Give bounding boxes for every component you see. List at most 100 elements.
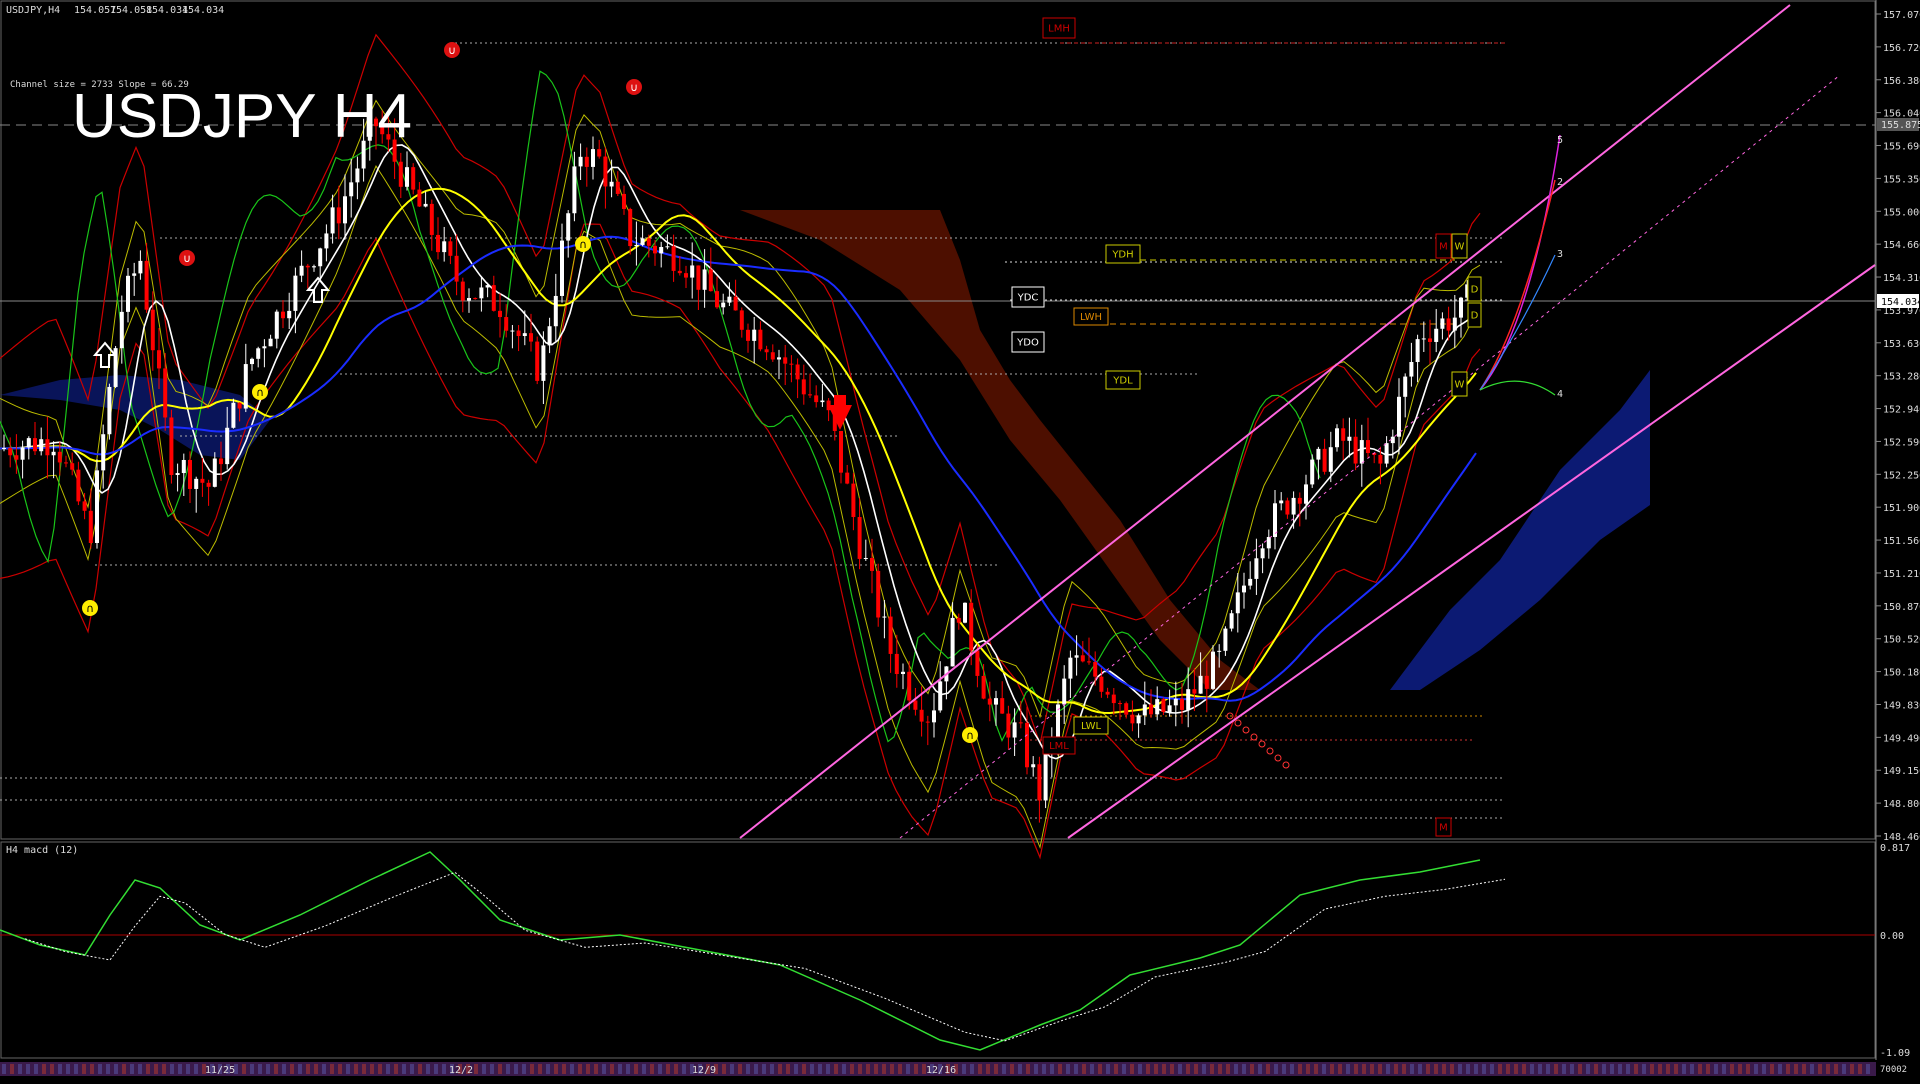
time-stripe — [786, 1064, 790, 1074]
time-stripe — [682, 1064, 686, 1074]
time-stripe — [1666, 1064, 1670, 1074]
time-label-129: 12/9 — [692, 1065, 716, 1076]
time-stripe — [514, 1064, 518, 1074]
candle-body — [1012, 722, 1017, 738]
candle-body — [200, 478, 205, 483]
time-stripe — [1258, 1064, 1262, 1074]
time-label-122: 12/2 — [449, 1065, 473, 1076]
time-stripe — [338, 1064, 342, 1074]
candle-body — [1248, 578, 1253, 586]
candle-body — [498, 310, 502, 318]
candle-body — [1124, 703, 1129, 715]
candle-body — [764, 349, 769, 353]
price-tick-label: 154.660 — [1883, 240, 1920, 251]
candle-body — [901, 671, 905, 675]
time-stripe — [1450, 1064, 1454, 1074]
time-stripe — [154, 1064, 158, 1074]
time-stripe — [386, 1064, 390, 1074]
time-stripe — [1738, 1064, 1742, 1074]
candle-body — [119, 311, 124, 349]
time-stripe — [98, 1064, 102, 1074]
sar-dot — [1242, 726, 1250, 734]
time-stripe — [522, 1064, 526, 1074]
bottom-corner-label: 70002 — [1880, 1065, 1907, 1075]
candle-body — [1198, 675, 1203, 694]
time-stripe — [594, 1064, 598, 1074]
sar-dot — [1266, 747, 1274, 755]
candle-body — [938, 681, 943, 711]
candle-body — [677, 270, 682, 274]
candle-body — [702, 269, 707, 290]
time-stripe — [122, 1064, 126, 1074]
time-stripe — [498, 1064, 502, 1074]
candle-body — [1192, 689, 1197, 694]
candle-body — [1341, 428, 1346, 441]
candle-body — [1000, 698, 1005, 714]
price-axis[interactable]: 157.070 156.720 156.380 156.040 155.690 155.3… — [1875, 0, 1920, 1060]
time-stripe — [474, 1064, 478, 1074]
time-stripe — [1250, 1064, 1254, 1074]
candle-body — [628, 208, 633, 247]
price-chart[interactable]: ∪∪∪∩∩∩∩ LMHYDHYDCLWHYDOYDLLWLLMLM WDDWM 1… — [0, 0, 1920, 1080]
candle-body — [845, 472, 850, 484]
candle-body — [349, 182, 354, 197]
time-stripe — [1130, 1064, 1134, 1074]
candle-body — [287, 310, 292, 319]
candle-body — [405, 167, 409, 187]
candle-body — [473, 298, 478, 300]
candle-body — [808, 394, 812, 396]
candle-body — [839, 430, 843, 473]
sar-dot — [1274, 754, 1282, 762]
time-stripe — [1514, 1064, 1518, 1074]
level-box-label: LWH — [1080, 312, 1102, 323]
time-stripe — [1490, 1064, 1494, 1074]
candle-body — [1304, 484, 1308, 504]
candle-body — [746, 329, 750, 341]
chart-window[interactable]: ∪ ∪ ∪ ∩ ∩ ∩ ∩ LMH YDH YDC LWH YDO YDL LWL LML M W D D W M 1… — [0, 0, 1920, 1080]
time-stripe — [1322, 1064, 1326, 1074]
candle-body — [1087, 661, 1091, 663]
candle-body — [1378, 454, 1383, 464]
candle-body — [876, 570, 881, 618]
time-stripe — [1826, 1064, 1830, 1074]
candle-body — [1099, 676, 1104, 692]
time-stripe — [1786, 1064, 1790, 1074]
time-stripe — [1234, 1064, 1238, 1074]
candle-body — [739, 310, 744, 330]
projection-2-line — [1479, 179, 1556, 391]
candle-body — [535, 341, 540, 381]
candle-body — [64, 462, 68, 464]
candle-body — [634, 244, 639, 247]
time-stripe — [1242, 1064, 1246, 1074]
candle-body — [584, 156, 589, 167]
time-stripe — [1602, 1064, 1606, 1074]
time-label-1125: 11/25 — [205, 1065, 235, 1076]
time-stripe — [1634, 1064, 1638, 1074]
time-stripe — [1658, 1064, 1662, 1074]
time-stripe — [1578, 1064, 1582, 1074]
time-stripe — [346, 1064, 350, 1074]
time-stripe — [1698, 1064, 1702, 1074]
candle-body — [281, 311, 285, 319]
time-stripe — [1818, 1064, 1822, 1074]
time-stripe — [66, 1064, 70, 1074]
time-stripe — [82, 1064, 86, 1074]
candle-body — [1204, 675, 1209, 689]
candle-body — [684, 273, 688, 278]
candle-body — [312, 266, 316, 268]
time-stripe — [898, 1064, 902, 1074]
candle-body — [1335, 428, 1339, 448]
candle-body — [39, 439, 44, 452]
time-stripe — [434, 1064, 438, 1074]
ohlc-close: 154.034 — [182, 5, 224, 16]
time-stripe — [842, 1064, 846, 1074]
buy-signal-glyph: ∩ — [579, 238, 587, 251]
time-stripe — [1706, 1064, 1710, 1074]
time-stripe — [1506, 1064, 1510, 1074]
time-stripe — [394, 1064, 398, 1074]
level-box-label: D — [1471, 285, 1479, 296]
time-stripe — [1354, 1064, 1358, 1074]
time-stripe — [1570, 1064, 1574, 1074]
candle-body — [653, 245, 657, 254]
candle-body — [76, 469, 81, 502]
